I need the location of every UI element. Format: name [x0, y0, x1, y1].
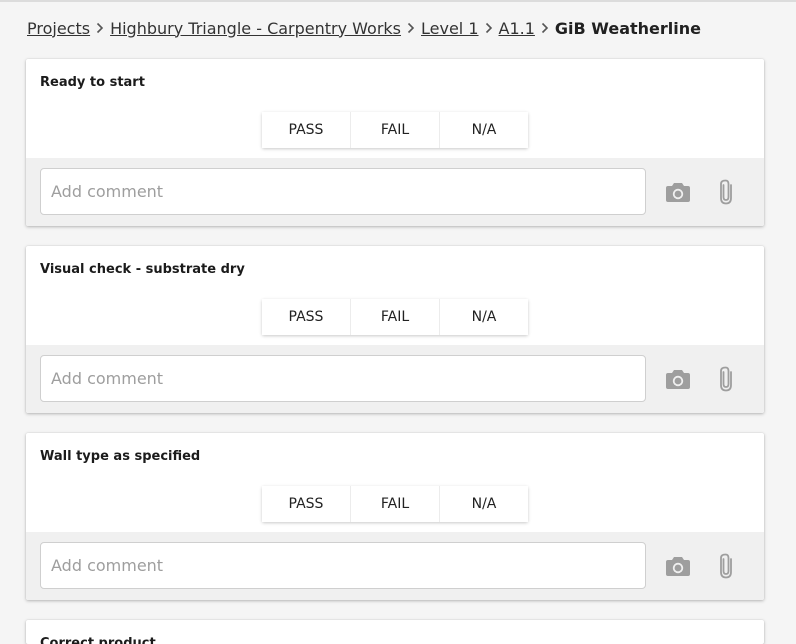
pass-button[interactable]: PASS — [262, 299, 351, 335]
check-card: Visual check - substrate dry PASS FAIL N… — [26, 246, 764, 413]
paperclip-icon[interactable] — [711, 364, 741, 394]
na-button[interactable]: N/A — [440, 486, 528, 522]
comment-input[interactable] — [40, 355, 646, 402]
na-button[interactable]: N/A — [440, 112, 528, 148]
comment-input[interactable] — [40, 542, 646, 589]
camera-icon[interactable] — [663, 551, 693, 581]
camera-icon[interactable] — [663, 364, 693, 394]
top-divider — [0, 0, 796, 2]
check-title: Wall type as specified — [40, 449, 201, 464]
na-button[interactable]: N/A — [440, 299, 528, 335]
check-card: Ready to start PASS FAIL N/A — [26, 59, 764, 226]
result-button-group: PASS FAIL N/A — [262, 299, 528, 335]
breadcrumb: Projects Highbury Triangle - Carpentry W… — [27, 16, 701, 40]
pass-button[interactable]: PASS — [262, 112, 351, 148]
breadcrumb-level[interactable]: Level 1 — [421, 19, 479, 38]
check-card: Correct product — [26, 620, 764, 644]
pass-button[interactable]: PASS — [262, 486, 351, 522]
paperclip-icon[interactable] — [711, 177, 741, 207]
breadcrumb-current: GiB Weatherline — [554, 18, 702, 38]
chevron-right-icon — [407, 22, 415, 34]
chevron-right-icon — [541, 22, 549, 34]
comment-row — [26, 345, 764, 413]
breadcrumb-area[interactable]: A1.1 — [499, 19, 535, 38]
result-button-group: PASS FAIL N/A — [262, 112, 528, 148]
check-title: Visual check - substrate dry — [40, 262, 245, 277]
fail-button[interactable]: FAIL — [351, 486, 440, 522]
fail-button[interactable]: FAIL — [351, 112, 440, 148]
breadcrumb-project[interactable]: Highbury Triangle - Carpentry Works — [110, 19, 401, 38]
comment-row — [26, 158, 764, 226]
result-button-group: PASS FAIL N/A — [262, 486, 528, 522]
chevron-right-icon — [485, 22, 493, 34]
fail-button[interactable]: FAIL — [351, 299, 440, 335]
comment-input[interactable] — [40, 168, 646, 215]
check-title: Ready to start — [40, 75, 145, 90]
check-title: Correct product — [40, 636, 156, 644]
comment-row — [26, 532, 764, 600]
breadcrumb-projects[interactable]: Projects — [27, 19, 90, 38]
camera-icon[interactable] — [663, 177, 693, 207]
check-card: Wall type as specified PASS FAIL N/A — [26, 433, 764, 600]
paperclip-icon[interactable] — [711, 551, 741, 581]
chevron-right-icon — [96, 22, 104, 34]
